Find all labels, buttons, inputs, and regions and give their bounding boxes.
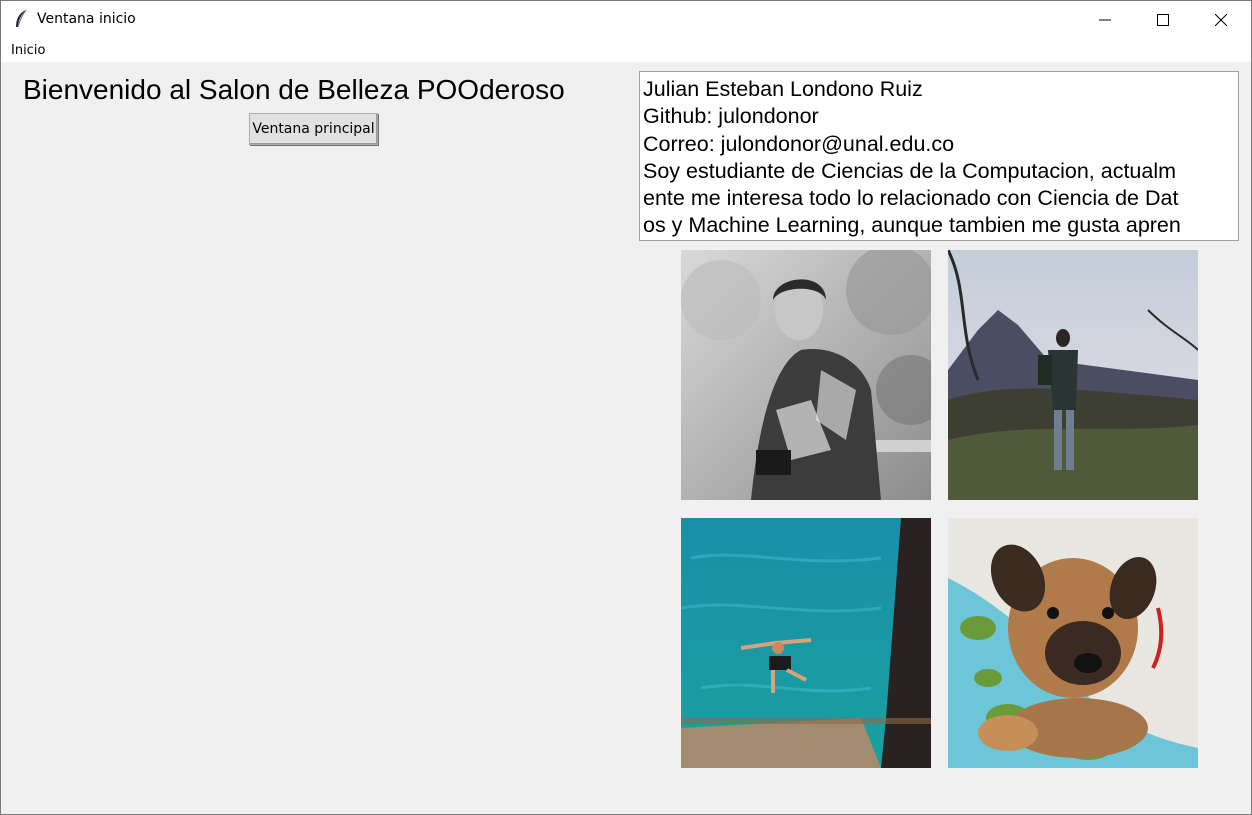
main-window-button[interactable]: Ventana principal	[249, 113, 378, 145]
info-line-name: Julian Esteban Londono Ruiz	[643, 77, 923, 101]
welcome-heading: Bienvenido al Salon de Belleza POOderoso	[23, 74, 565, 105]
swimming-photo[interactable]	[681, 518, 931, 768]
close-button[interactable]	[1192, 1, 1250, 38]
maximize-icon	[1157, 13, 1169, 26]
info-line-email: Correo: julondonor@unal.edu.co	[643, 131, 955, 156]
info-line-bio: Soy estudiante de Ciencias de la Computa…	[643, 158, 1177, 183]
info-line-bio: ente me interesa todo lo relacionado con…	[643, 186, 1179, 211]
minimize-icon	[1099, 19, 1111, 20]
info-line-github: Github: julondonor	[643, 104, 819, 129]
hiking-photo[interactable]	[948, 250, 1198, 500]
portrait-photo[interactable]	[681, 250, 931, 500]
maximize-button[interactable]	[1134, 1, 1192, 38]
menu-item-inicio[interactable]: Inicio	[11, 43, 45, 58]
puppy-photo[interactable]	[948, 518, 1198, 768]
info-line-bio: os y Machine Learning, aunque tambien me…	[643, 213, 1181, 238]
info-text-area[interactable]: Julian Esteban Londono Ruiz Github: julo…	[639, 71, 1239, 241]
title-bar[interactable]: Ventana inicio	[1, 1, 1251, 38]
menu-bar: Inicio	[1, 38, 1251, 62]
minimize-button[interactable]	[1076, 1, 1134, 38]
app-window: Ventana inicio Inicio Bienvenido al Salo…	[0, 0, 1252, 815]
feather-icon	[13, 9, 29, 29]
close-icon	[1215, 13, 1227, 26]
window-title: Ventana inicio	[37, 11, 136, 27]
